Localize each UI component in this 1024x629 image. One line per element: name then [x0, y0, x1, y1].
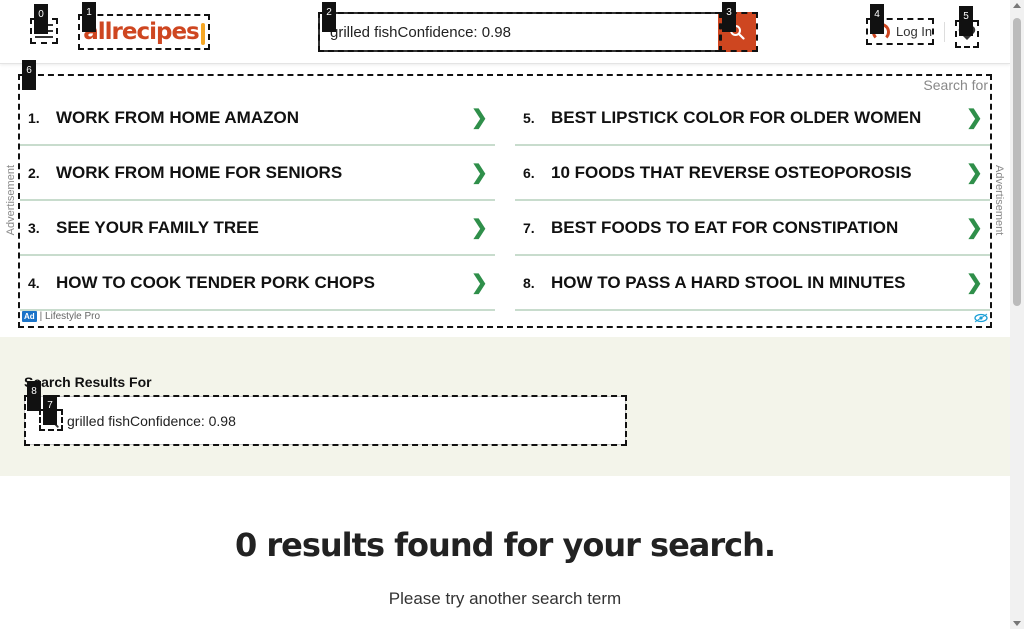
- chevron-right-icon: ❯: [966, 107, 983, 129]
- ad-link-text: BEST LIPSTICK COLOR FOR OLDER WOMEN: [551, 107, 922, 127]
- annotation-tag: 0: [34, 4, 48, 34]
- annotation-tag: 6: [22, 60, 36, 90]
- chevron-right-icon: ❯: [471, 217, 488, 239]
- ad-link-text: WORK FROM HOME AMAZON: [56, 107, 300, 127]
- ad-link-2[interactable]: 2. WORK FROM HOME FOR SENIORS ❯: [20, 146, 495, 201]
- ad-choices-icon[interactable]: [974, 310, 988, 328]
- header-divider: [944, 22, 945, 42]
- ad-badge: Ad: [22, 311, 37, 322]
- ad-link-number: 8.: [523, 274, 535, 291]
- ad-link-3[interactable]: 3. SEE YOUR FAMILY TREE ❯: [20, 201, 495, 256]
- ad-block: Search for 1. WORK FROM HOME AMAZON ❯ 2.…: [18, 74, 992, 328]
- logo-mark: [200, 23, 205, 45]
- login-label: Log In: [896, 24, 933, 39]
- chevron-right-icon: ❯: [966, 162, 983, 184]
- search-input[interactable]: [318, 12, 718, 52]
- annotation-tag: 2: [322, 2, 336, 32]
- ad-link-number: 7.: [523, 219, 535, 236]
- ad-link-number: 4.: [28, 274, 40, 291]
- ad-link-text: 10 FOODS THAT REVERSE OSTEOPOROSIS: [551, 162, 912, 182]
- scroll-up-arrow-icon[interactable]: [1013, 3, 1021, 8]
- allrecipes-logo[interactable]: allrecipes: [78, 14, 210, 50]
- ad-link-text: BEST FOODS TO EAT FOR CONSTIPATION: [551, 217, 899, 237]
- annotation-tag: 4: [870, 4, 884, 34]
- ad-link-1[interactable]: 1. WORK FROM HOME AMAZON ❯: [20, 91, 495, 146]
- ad-link-text: SEE YOUR FAMILY TREE: [56, 217, 259, 237]
- chevron-right-icon: ❯: [471, 107, 488, 129]
- advertisement-label-right: Advertisement: [993, 165, 1005, 236]
- ad-link-4[interactable]: 4. HOW TO COOK TENDER PORK CHOPS ❯: [20, 256, 495, 311]
- ad-link-number: 5.: [523, 109, 535, 126]
- chevron-right-icon: ❯: [471, 162, 488, 184]
- ad-link-text: HOW TO COOK TENDER PORK CHOPS: [56, 272, 375, 292]
- chevron-right-icon: ❯: [966, 217, 983, 239]
- ad-link-number: 2.: [28, 164, 40, 181]
- no-results-subtitle: Please try another search term: [388, 589, 622, 608]
- ad-link-5[interactable]: 5. BEST LIPSTICK COLOR FOR OLDER WOMEN ❯: [515, 91, 990, 146]
- scroll-thumb[interactable]: [1013, 18, 1021, 306]
- ad-link-8[interactable]: 8. HOW TO PASS A HARD STOOL IN MINUTES ❯: [515, 256, 990, 311]
- results-search-box: [24, 396, 626, 445]
- site-header: allrecipes Log In: [0, 0, 1010, 64]
- scroll-down-arrow-icon[interactable]: [1013, 621, 1021, 626]
- chevron-right-icon: ❯: [471, 272, 488, 294]
- logo-text: allrecipes: [83, 19, 200, 45]
- ad-link-number: 1.: [28, 109, 40, 126]
- ad-link-text: WORK FROM HOME FOR SENIORS: [56, 162, 343, 182]
- advertisement-label-left: Advertisement: [5, 165, 17, 236]
- annotation-tag: 3: [722, 2, 736, 32]
- annotation-tag: 5: [959, 6, 973, 36]
- ad-link-7[interactable]: 7. BEST FOODS TO EAT FOR CONSTIPATION ❯: [515, 201, 990, 256]
- ad-link-6[interactable]: 6. 10 FOODS THAT REVERSE OSTEOPOROSIS ❯: [515, 146, 990, 201]
- header-search: [318, 12, 758, 52]
- results-search-input[interactable]: [67, 412, 607, 429]
- ad-link-number: 3.: [28, 219, 40, 236]
- ad-sponsor: | Lifestyle Pro: [39, 311, 101, 322]
- ad-link-text: HOW TO PASS A HARD STOOL IN MINUTES: [551, 272, 906, 292]
- ad-link-number: 6.: [523, 164, 535, 181]
- ad-column-left: 1. WORK FROM HOME AMAZON ❯ 2. WORK FROM …: [20, 91, 495, 311]
- annotation-tag: 8: [27, 381, 41, 411]
- search-results-band: Search Results For: [0, 337, 1010, 476]
- search-results-label: Search Results For: [24, 374, 152, 390]
- ad-column-right: 5. BEST LIPSTICK COLOR FOR OLDER WOMEN ❯…: [515, 91, 990, 311]
- annotation-tag: 7: [43, 395, 57, 425]
- page-scrollbar[interactable]: [1010, 0, 1024, 629]
- chevron-right-icon: ❯: [966, 272, 983, 294]
- no-results-title: 0 results found for your search.: [234, 526, 776, 564]
- ad-attribution[interactable]: Ad | Lifestyle Pro: [22, 311, 100, 322]
- annotation-tag: 1: [82, 2, 96, 32]
